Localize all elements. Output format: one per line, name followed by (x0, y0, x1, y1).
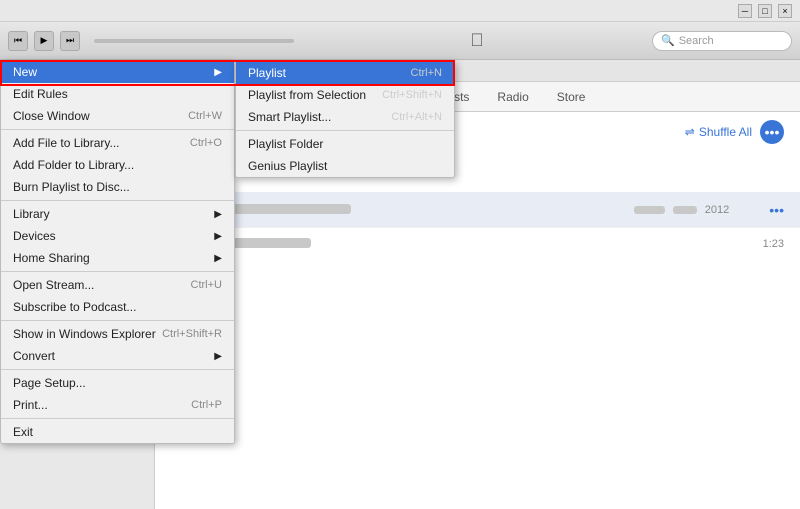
file-menu-page-setup[interactable]: Page Setup... (1, 372, 234, 394)
track-info-1 (171, 203, 634, 217)
file-menu-divider-1 (1, 129, 234, 130)
submenu-pfolder-label: Playlist Folder (248, 137, 323, 151)
submenu-arrow-home-sharing: ▶ (214, 253, 222, 264)
file-menu-open-stream-label: Open Stream... (13, 278, 94, 292)
toolbar: ⏮ ▶ ⏭  🔍 Search (0, 22, 800, 60)
file-menu-print[interactable]: Print... Ctrl+P (1, 394, 234, 416)
file-menu-add-folder[interactable]: Add Folder to Library... (1, 154, 234, 176)
file-menu-burn-label: Burn Playlist to Disc... (13, 180, 130, 194)
file-menu-new[interactable]: New ▶ Playlist Ctrl+N Playlist from Sele… (1, 61, 234, 83)
file-menu-print-label: Print... (13, 398, 48, 412)
track-meta-1: 2012 ••• (634, 202, 784, 218)
play-button[interactable]: ▶ (34, 31, 54, 51)
submenu-arrow-library: ▶ (214, 209, 222, 220)
submenu-item-smart-playlist[interactable]: Smart Playlist... Ctrl+Alt+N (236, 106, 454, 128)
file-menu-subscribe-label: Subscribe to Podcast... (13, 300, 136, 314)
file-menu-page-setup-label: Page Setup... (13, 376, 86, 390)
file-menu-add-file[interactable]: Add File to Library... Ctrl+O (1, 132, 234, 154)
search-box[interactable]: 🔍 Search (652, 31, 792, 51)
submenu-item-genius-playlist[interactable]: Genius Playlist (236, 155, 454, 177)
file-menu-open-stream[interactable]: Open Stream... Ctrl+U (1, 274, 234, 296)
rewind-button[interactable]: ⏮ (8, 31, 28, 51)
shuffle-icon: ⇌ (685, 125, 695, 139)
file-menu-home-sharing[interactable]: Home Sharing ▶ (1, 247, 234, 269)
track-meta-bar-2 (673, 206, 696, 214)
file-menu-divider-4 (1, 320, 234, 321)
maximize-button[interactable]: □ (758, 4, 772, 18)
file-menu-subscribe-podcast[interactable]: Subscribe to Podcast... (1, 296, 234, 318)
file-menu-devices-label: Devices (13, 229, 56, 243)
submenu-genius-label: Genius Playlist (248, 159, 327, 173)
progress-bar[interactable] (94, 39, 294, 43)
submenu-arrow-new: ▶ (214, 67, 222, 78)
file-menu-show-explorer-shortcut: Ctrl+Shift+R (162, 328, 222, 340)
file-menu-close-label: Close Window (13, 109, 90, 123)
track-meta-2: 1:23 (634, 238, 784, 250)
file-menu: New ▶ Playlist Ctrl+N Playlist from Sele… (0, 60, 235, 444)
file-menu-home-sharing-label: Home Sharing (13, 251, 90, 265)
file-menu-show-explorer[interactable]: Show in Windows Explorer Ctrl+Shift+R (1, 323, 234, 345)
submenu-item-playlist-folder[interactable]: Playlist Folder (236, 133, 454, 155)
submenu-playlist-shortcut: Ctrl+N (411, 67, 442, 79)
file-menu-burn[interactable]: Burn Playlist to Disc... (1, 176, 234, 198)
file-menu-divider-2 (1, 200, 234, 201)
more-options-button[interactable]: ••• (760, 120, 784, 144)
file-menu-convert-label: Convert (13, 349, 55, 363)
file-menu-exit-label: Exit (13, 425, 33, 439)
track-duration-2: 1:23 (763, 238, 784, 250)
file-menu-convert[interactable]: Convert ▶ (1, 345, 234, 367)
file-menu-new-label: New (13, 65, 37, 79)
file-menu-print-shortcut: Ctrl+P (191, 399, 222, 411)
submenu-smart-shortcut: Ctrl+Alt+N (391, 111, 442, 123)
submenu-playlist-label: Playlist (248, 66, 286, 80)
submenu-item-playlist-from-selection[interactable]: Playlist from Selection Ctrl+Shift+N (236, 84, 454, 106)
tab-radio[interactable]: Radio (485, 86, 540, 108)
file-menu-divider-3 (1, 271, 234, 272)
file-menu-add-file-shortcut: Ctrl+O (190, 137, 222, 149)
file-menu-divider-6 (1, 418, 234, 419)
file-menu-add-file-label: Add File to Library... (13, 136, 120, 150)
submenu-pfrom-shortcut: Ctrl+Shift+N (382, 89, 442, 101)
track-year-1: 2012 (705, 204, 729, 216)
file-menu-dropdown: New ▶ Playlist Ctrl+N Playlist from Sele… (0, 60, 235, 444)
close-button[interactable]: × (778, 4, 792, 18)
shuffle-all-button[interactable]: ⇌ Shuffle All (685, 125, 752, 139)
forward-button[interactable]: ⏭ (60, 31, 80, 51)
file-submenu-new: Playlist Ctrl+N Playlist from Selection … (235, 61, 455, 178)
search-placeholder: Search (679, 35, 714, 47)
file-menu-show-explorer-label: Show in Windows Explorer (13, 327, 156, 341)
track-more-button-1[interactable]: ••• (769, 202, 784, 218)
search-icon: 🔍 (661, 34, 675, 47)
table-row: 2012 ••• (155, 192, 800, 228)
file-menu-close-window[interactable]: Close Window Ctrl+W (1, 105, 234, 127)
minimize-button[interactable]: ─ (738, 4, 752, 18)
file-menu-library[interactable]: Library ▶ (1, 203, 234, 225)
shuffle-label: Shuffle All (699, 125, 752, 139)
file-menu-devices[interactable]: Devices ▶ (1, 225, 234, 247)
tab-store[interactable]: Store (545, 86, 598, 108)
track-info-2 (171, 237, 634, 251)
table-row: 1:23 (155, 228, 800, 260)
file-menu-add-folder-label: Add Folder to Library... (13, 158, 134, 172)
file-menu-edit-rules[interactable]: Edit Rules (1, 83, 234, 105)
file-menu-edit-rules-label: Edit Rules (13, 87, 68, 101)
submenu-divider-1 (236, 130, 454, 131)
submenu-arrow-convert: ▶ (214, 351, 222, 362)
submenu-pfrom-label: Playlist from Selection (248, 88, 366, 102)
file-menu-open-stream-shortcut: Ctrl+U (191, 279, 222, 291)
file-menu-divider-5 (1, 369, 234, 370)
title-bar: ─ □ × (0, 0, 800, 22)
track-meta-bar-1 (634, 206, 665, 214)
submenu-smart-label: Smart Playlist... (248, 110, 331, 124)
submenu-item-playlist[interactable]: Playlist Ctrl+N (236, 62, 454, 84)
file-menu-library-label: Library (13, 207, 50, 221)
file-menu-close-shortcut: Ctrl+W (188, 110, 222, 122)
file-menu-exit[interactable]: Exit (1, 421, 234, 443)
submenu-arrow-devices: ▶ (214, 231, 222, 242)
apple-logo-icon:  (470, 30, 484, 51)
